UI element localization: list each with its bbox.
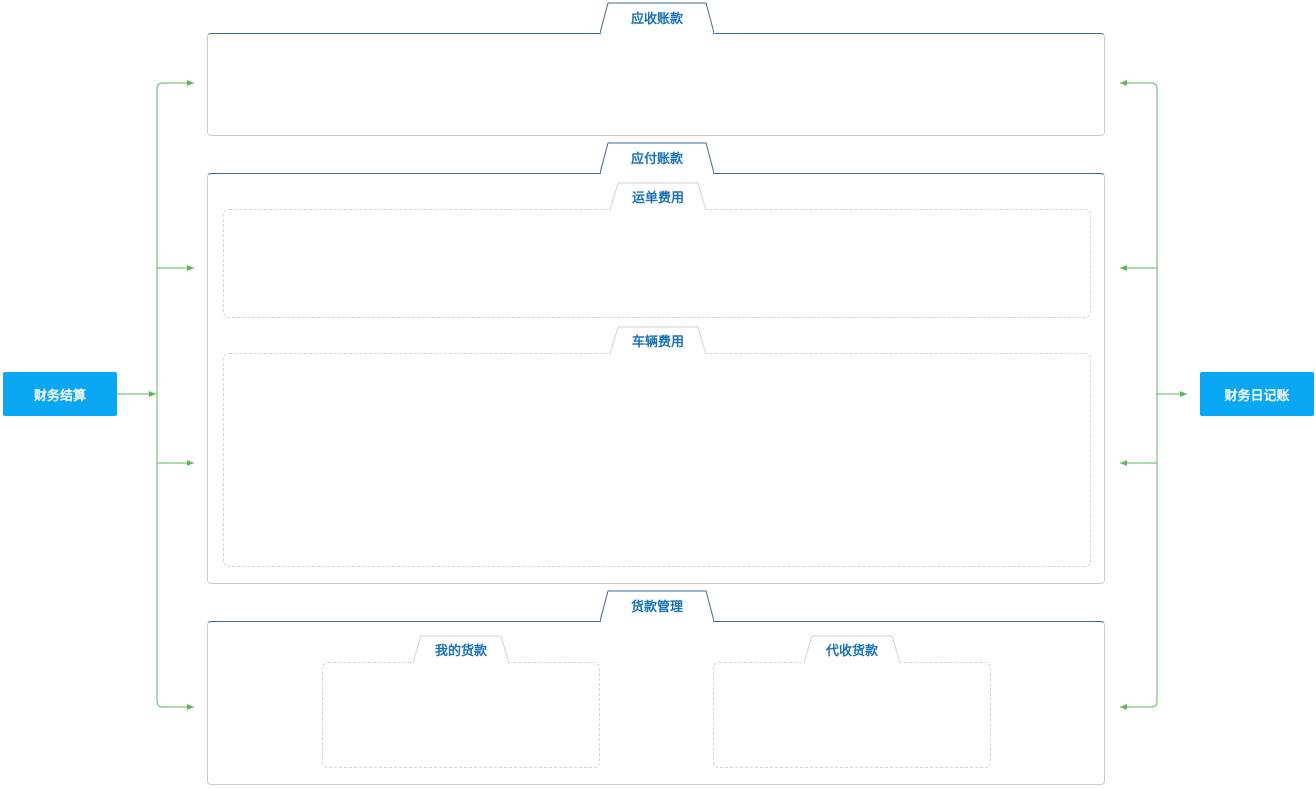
right-trunk [1120, 82, 1158, 708]
receivable-tab[interactable]: 应收账款 [600, 2, 714, 34]
waybill-fee-panel [223, 209, 1091, 318]
finance-settlement-label: 财务结算 [33, 388, 86, 404]
left-trunk [156, 82, 194, 708]
my-payment-panel [322, 662, 600, 768]
finance-settlement-button[interactable]: 财务结算 [3, 372, 117, 416]
finance-journal-label: 财务日记账 [1224, 388, 1290, 404]
receivable-title: 应收账款 [630, 12, 683, 27]
goods-payment-tab[interactable]: 货款管理 [600, 590, 714, 622]
goods-payment-title: 货款管理 [630, 600, 683, 615]
vehicle-fee-title: 车辆费用 [631, 334, 684, 350]
finance-journal-button[interactable]: 财务日记账 [1200, 372, 1314, 416]
payable-tab[interactable]: 应付账款 [600, 142, 714, 174]
vehicle-fee-panel [223, 353, 1091, 567]
my-payment-tab[interactable]: 我的货款 [413, 635, 509, 663]
vehicle-fee-tab[interactable]: 车辆费用 [610, 326, 706, 354]
my-payment-title: 我的货款 [434, 643, 487, 659]
collect-payment-tab[interactable]: 代收货款 [804, 635, 900, 663]
waybill-fee-tab[interactable]: 运单费用 [610, 182, 706, 210]
payable-title: 应付账款 [630, 152, 683, 167]
receivable-section [207, 33, 1105, 136]
collect-payment-title: 代收货款 [825, 643, 878, 659]
waybill-fee-title: 运单费用 [631, 190, 684, 206]
collect-payment-panel [713, 662, 991, 768]
